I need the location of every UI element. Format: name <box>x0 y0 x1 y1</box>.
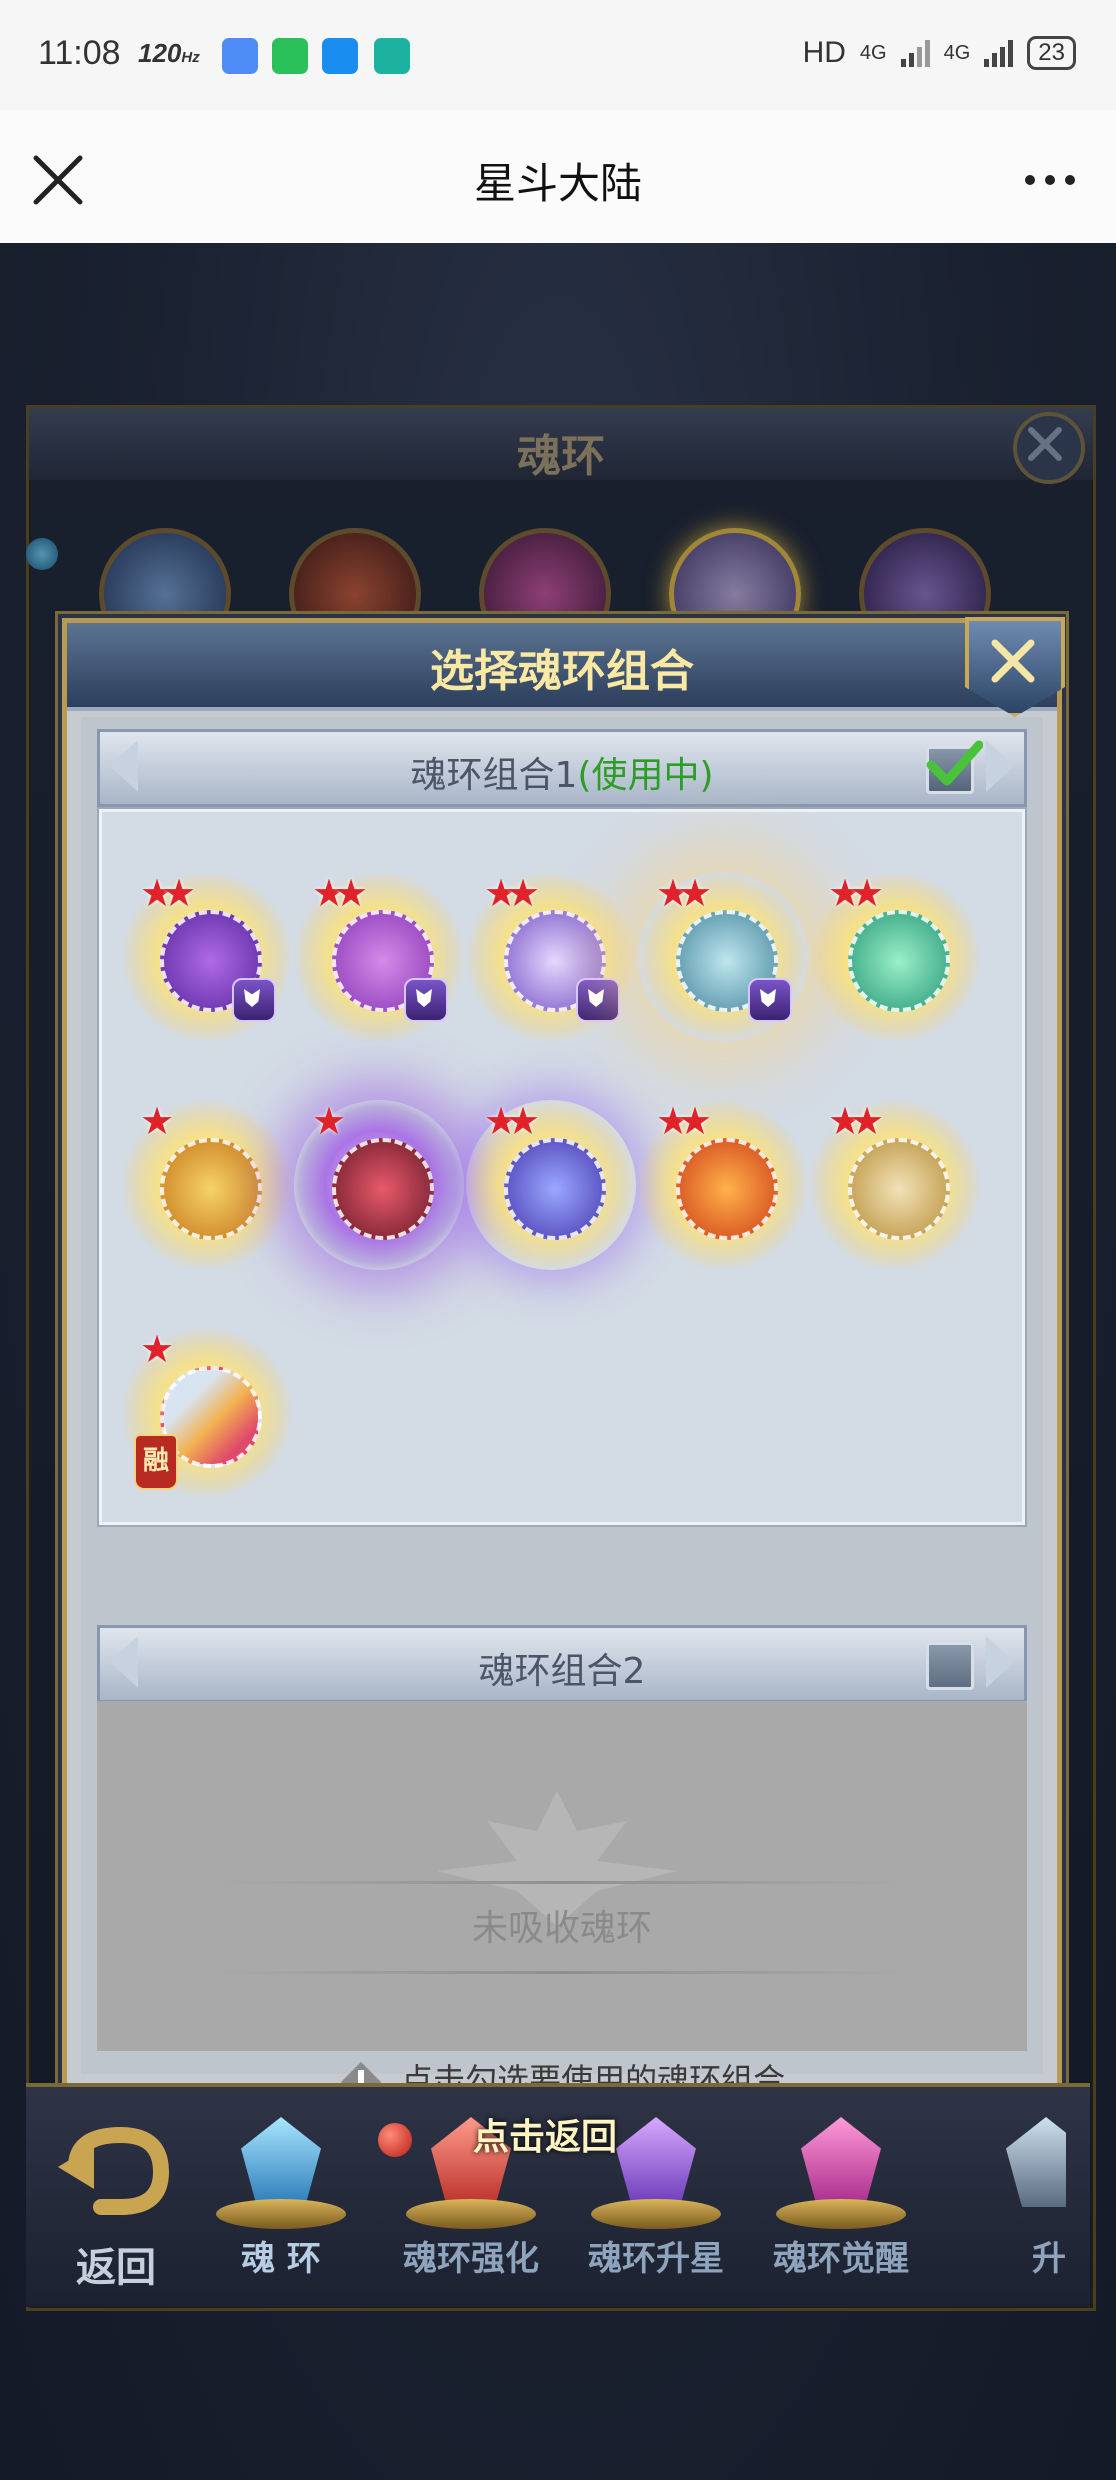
back-label: 返回 <box>76 2245 156 2291</box>
divider <box>217 1881 907 1884</box>
soul-ring-slot[interactable]: ★ ★ <box>810 1100 980 1270</box>
combo1-label: 魂环组合1(使用中) <box>410 755 714 796</box>
back-arrow-icon <box>58 2126 170 2215</box>
tab-ring-awaken[interactable]: 魂环觉醒 <box>756 2107 926 2287</box>
status-bar: 11:08 120Hz HD 4G 4G 23 <box>0 0 1116 110</box>
soul-ring-slot[interactable]: ★ ★ <box>638 872 808 1042</box>
fusion-badge: 融 <box>134 1434 178 1490</box>
combo1-status: (使用中) <box>577 755 714 796</box>
back-button[interactable]: 返回 <box>46 2117 186 2291</box>
soul-ring-slot[interactable]: ★ 融 <box>122 1328 292 1498</box>
soul-ring-slot[interactable]: ★ ★ <box>466 1100 636 1270</box>
combo2-checkbox[interactable] <box>926 1642 974 1690</box>
combo2-label: 魂环组合2 <box>478 1651 646 1692</box>
signal-icon-2 <box>984 39 1014 67</box>
combo1-rings-grid: ★ ★ ★ ★ ★ ★ ★ ★ ★ ★ ★ ★ ★ ★ ★ ★ ★ ★ ★ 融 <box>99 809 1025 1525</box>
wechat-icon <box>272 38 308 74</box>
hd-indicator: HD <box>802 36 846 69</box>
network-label-1: 4G <box>859 41 887 64</box>
combo2-rings-area: 未吸收魂环 <box>97 1701 1027 2051</box>
more-icon[interactable] <box>1022 160 1078 200</box>
network-label-2: 4G <box>943 41 971 64</box>
combo1-header[interactable]: 魂环组合1(使用中) <box>97 729 1027 807</box>
divider <box>217 1971 907 1974</box>
combo1-checkbox[interactable] <box>926 740 983 794</box>
soul-ring-slot[interactable]: ★ ★ <box>638 1100 808 1270</box>
battery-icon: 23 <box>1027 36 1076 70</box>
soul-ring-slot[interactable]: ★ ★ <box>122 872 292 1042</box>
nav-bar: 星斗大陆 <box>0 110 1116 243</box>
spirit-badge-icon <box>232 978 276 1022</box>
tab-label: 魂环升星 <box>588 2239 724 2279</box>
dialog-body: 魂环组合1(使用中) ★ ★ ★ ★ ★ ★ ★ ★ ★ ★ ★ ★ ★ ★ ★… <box>81 717 1043 2102</box>
select-combo-dialog: 选择魂环组合 魂环组合1(使用中) ★ ★ ★ ★ ★ ★ ★ ★ ★ ★ ★ … <box>62 617 1065 2102</box>
combo2-header[interactable]: 魂环组合2 <box>97 1625 1027 1703</box>
combo2-empty-text: 未吸收魂环 <box>471 1908 652 1949</box>
tab-soul-ring[interactable]: 魂 环 <box>196 2107 366 2287</box>
dialog-header: 选择魂环组合 <box>67 623 1057 711</box>
soul-ring-slot[interactable]: ★ ★ <box>810 872 980 1042</box>
check-icon <box>926 740 983 786</box>
page-title: 星斗大陆 <box>473 159 642 208</box>
close-icon <box>991 639 1035 683</box>
game-view: 魂环 11 4 20 5 2 选择魂环组合 魂环组合1(使用中) <box>0 243 1116 2480</box>
tab-label: 升 <box>1032 2239 1066 2279</box>
hotspot-app-icon <box>222 38 258 74</box>
refresh-rate: 120Hz <box>138 38 200 68</box>
soul-ring-slot[interactable]: ★ ★ <box>294 872 464 1042</box>
tab-label: 魂 环 <box>241 2239 321 2279</box>
notification-dot <box>378 2123 412 2157</box>
tab-label: 魂环强化 <box>403 2239 539 2279</box>
spirit-badge-icon <box>576 978 620 1022</box>
spirit-badge-icon <box>404 978 448 1022</box>
soul-ring-slot[interactable]: ★ ★ <box>466 872 636 1042</box>
dialog-title: 选择魂环组合 <box>430 646 694 697</box>
status-indicators: HD 4G 4G 23 <box>803 36 1076 70</box>
tab-label: 魂环觉醒 <box>773 2239 909 2279</box>
soul-ring-slot[interactable]: ★ <box>122 1100 292 1270</box>
status-time: 11:08 <box>38 34 121 72</box>
spirit-badge-icon <box>748 978 792 1022</box>
return-tip[interactable]: 点击返回 <box>430 2108 660 2164</box>
alipay-icon <box>322 38 358 74</box>
message-app-icon <box>374 38 410 74</box>
signal-icon <box>900 39 930 67</box>
soul-ring-slot[interactable]: ★ <box>294 1100 464 1270</box>
tab-partial[interactable]: 升 <box>946 2107 1066 2287</box>
